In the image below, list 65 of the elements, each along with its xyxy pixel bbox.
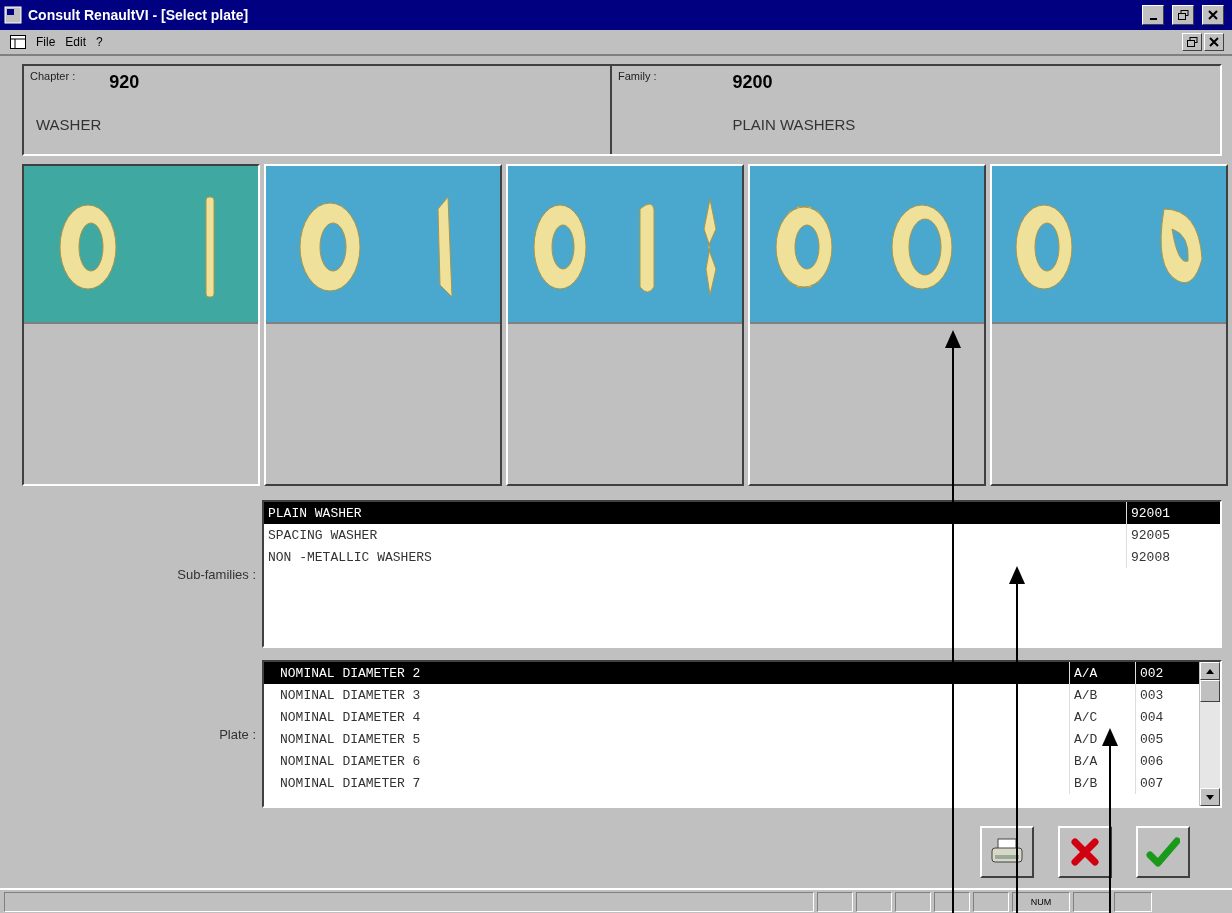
chapter-code: 920 bbox=[108, 71, 141, 94]
minimize-button[interactable] bbox=[1142, 5, 1164, 25]
row-name: PLAIN WASHER bbox=[267, 505, 363, 521]
print-button[interactable] bbox=[980, 826, 1034, 878]
close-icon bbox=[1209, 37, 1219, 47]
close-icon bbox=[1208, 10, 1218, 20]
row-name: NOMINAL DIAMETER 7 bbox=[279, 775, 422, 791]
cancel-button[interactable] bbox=[1058, 826, 1112, 878]
status-panel bbox=[973, 892, 1009, 912]
document-icon bbox=[10, 35, 26, 49]
row-code: B/A bbox=[1069, 750, 1135, 772]
field-label: Chapter : bbox=[30, 70, 76, 84]
status-panel bbox=[1073, 892, 1111, 912]
row-name: NON -METALLIC WASHERS bbox=[267, 549, 433, 565]
restore-icon bbox=[1186, 37, 1198, 47]
plate-tile[interactable] bbox=[22, 164, 260, 486]
menu-item[interactable]: ? bbox=[96, 35, 103, 49]
scroll-up-button[interactable] bbox=[1200, 662, 1220, 680]
scrollbar[interactable] bbox=[1199, 662, 1220, 806]
up-arrow-icon bbox=[1206, 668, 1214, 674]
row-code: 92008 bbox=[1126, 546, 1220, 568]
menu-item[interactable]: Edit bbox=[65, 35, 87, 49]
down-arrow-icon bbox=[1206, 794, 1214, 800]
row-code: A/C bbox=[1069, 706, 1135, 728]
row-name: NOMINAL DIAMETER 5 bbox=[279, 731, 422, 747]
list-row[interactable]: SPACING WASHER 92005 bbox=[264, 524, 1220, 546]
status-panel bbox=[817, 892, 853, 912]
row-name: NOMINAL DIAMETER 4 bbox=[279, 709, 422, 725]
row-name: SPACING WASHER bbox=[267, 527, 379, 543]
row-name: NOMINAL DIAMETER 6 bbox=[279, 753, 422, 769]
window-title: Consult RenaultVI - [Select plate] bbox=[28, 7, 250, 23]
status-panel bbox=[1114, 892, 1152, 912]
restore-icon bbox=[1177, 10, 1189, 20]
row-name: NOMINAL DIAMETER 3 bbox=[279, 687, 422, 703]
list-row[interactable]: NON -METALLIC WASHERS 92008 bbox=[264, 546, 1220, 568]
list-row[interactable]: PLAIN WASHER 92001 bbox=[264, 502, 1220, 524]
status-panel bbox=[856, 892, 892, 912]
num-lock-indicator: NUM bbox=[1012, 892, 1070, 912]
status-panel bbox=[934, 892, 970, 912]
family-code: 9200 bbox=[731, 71, 774, 94]
list-row[interactable]: NOMINAL DIAMETER 2 A/A 002 bbox=[264, 662, 1199, 684]
restore-button[interactable] bbox=[1172, 5, 1194, 25]
close-button[interactable] bbox=[1204, 33, 1224, 51]
field-label: Family : bbox=[618, 70, 657, 84]
cross-icon bbox=[1070, 837, 1100, 867]
scroll-thumb[interactable] bbox=[1200, 680, 1220, 702]
checkmark-icon bbox=[1146, 837, 1180, 867]
row-code: A/B bbox=[1069, 684, 1135, 706]
family-name: PLAIN WASHERS bbox=[731, 115, 857, 135]
row-code: A/A bbox=[1069, 662, 1135, 684]
menu-item[interactable]: File bbox=[36, 35, 56, 49]
app-icon bbox=[4, 6, 22, 24]
chapter-name: WASHER bbox=[35, 115, 103, 135]
row-code: B/B bbox=[1069, 772, 1135, 794]
restore-button[interactable] bbox=[1182, 33, 1202, 51]
row-code: 92001 bbox=[1126, 502, 1220, 524]
minimize-icon bbox=[1149, 18, 1157, 20]
close-button[interactable] bbox=[1202, 5, 1224, 25]
row-code: 92005 bbox=[1126, 524, 1220, 546]
scroll-down-button[interactable] bbox=[1200, 788, 1220, 806]
list-label: Sub-families : bbox=[176, 566, 257, 582]
confirm-button[interactable] bbox=[1136, 826, 1190, 878]
status-panel bbox=[895, 892, 931, 912]
list-label: Plate : bbox=[218, 726, 257, 742]
row-name: NOMINAL DIAMETER 2 bbox=[279, 665, 422, 681]
